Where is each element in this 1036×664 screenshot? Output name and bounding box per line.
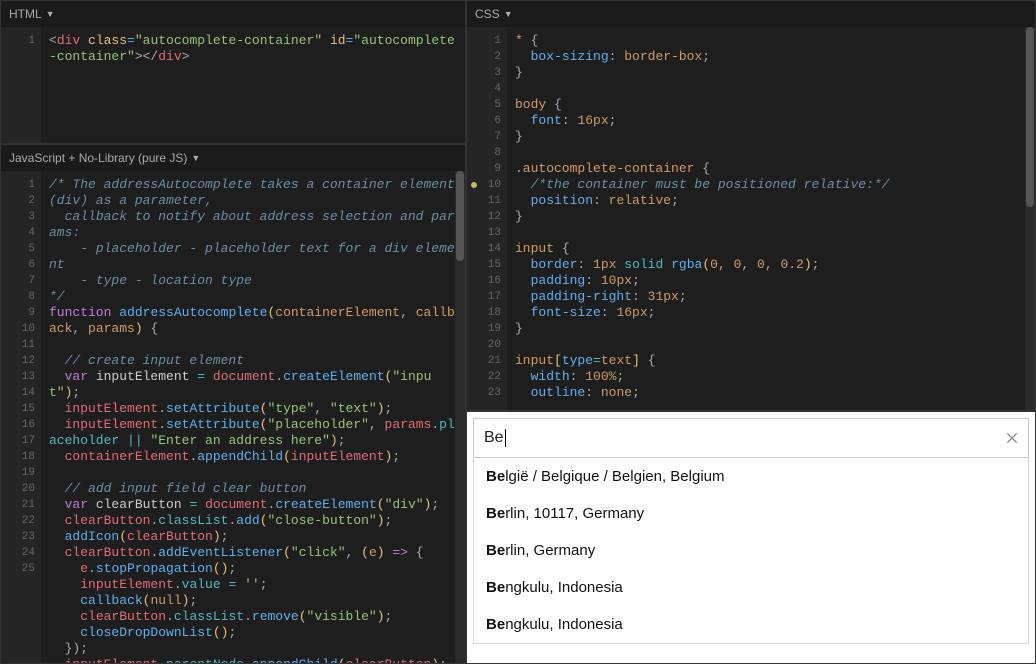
scrollbar-thumb[interactable] [1026,27,1034,207]
css-panel-header[interactable]: CSS ▼ [467,1,1035,27]
js-panel: JavaScript + No-Library (pure JS) ▼ 1234… [0,144,466,664]
autocomplete-item[interactable]: Berlin, 10117, Germany [474,495,1028,532]
close-icon [1004,430,1020,446]
address-input[interactable]: Be [473,418,1029,458]
autocomplete-item[interactable]: Berlin, Germany [474,532,1028,569]
html-gutter: 1 [1,27,41,143]
css-panel-title: CSS [475,7,500,21]
html-panel-header[interactable]: HTML ▼ [1,1,465,27]
scrollbar-thumb[interactable] [456,171,464,261]
js-code[interactable]: /* The addressAutocomplete takes a conta… [41,171,465,663]
js-editor[interactable]: 1234567891011121314151617181920212223242… [1,171,465,663]
autocomplete-item[interactable]: Bengkulu, Indonesia [474,569,1028,606]
chevron-down-icon: ▼ [504,9,513,19]
html-panel-title: HTML [9,7,42,21]
clear-button[interactable] [1001,427,1023,449]
js-gutter: 1234567891011121314151617181920212223242… [1,171,41,663]
html-editor[interactable]: 1 <div class="autocomplete-container" id… [1,27,465,143]
autocomplete-item[interactable]: België / Belgique / Belgien, Belgium [474,458,1028,495]
js-panel-header[interactable]: JavaScript + No-Library (pure JS) ▼ [1,145,465,171]
autocomplete-item[interactable]: Bengkulu, Indonesia [474,606,1028,643]
html-panel: HTML ▼ 1 <div class="autocomplete-contai… [0,0,466,144]
autocomplete-container: Be [473,418,1029,458]
css-editor[interactable]: 1234567891011121314151617181920212223 * … [467,27,1035,410]
js-scrollbar[interactable] [455,171,465,663]
result-panel: Be België / Belgique / Belgien, BelgiumB… [466,411,1036,664]
chevron-down-icon: ▼ [46,9,55,19]
autocomplete-list: België / Belgique / Belgien, BelgiumBerl… [473,458,1029,644]
text-cursor [505,429,506,447]
chevron-down-icon: ▼ [191,153,200,163]
css-panel: CSS ▼ 1234567891011121314151617181920212… [466,0,1036,411]
html-code[interactable]: <div class="autocomplete-container" id="… [41,27,465,143]
js-panel-title: JavaScript + No-Library (pure JS) [9,151,187,165]
css-gutter: 1234567891011121314151617181920212223 [467,27,507,410]
css-scrollbar[interactable] [1025,27,1035,410]
css-code[interactable]: * { box-sizing: border-box; } body { fon… [507,27,1035,410]
input-value: Be [484,429,504,446]
